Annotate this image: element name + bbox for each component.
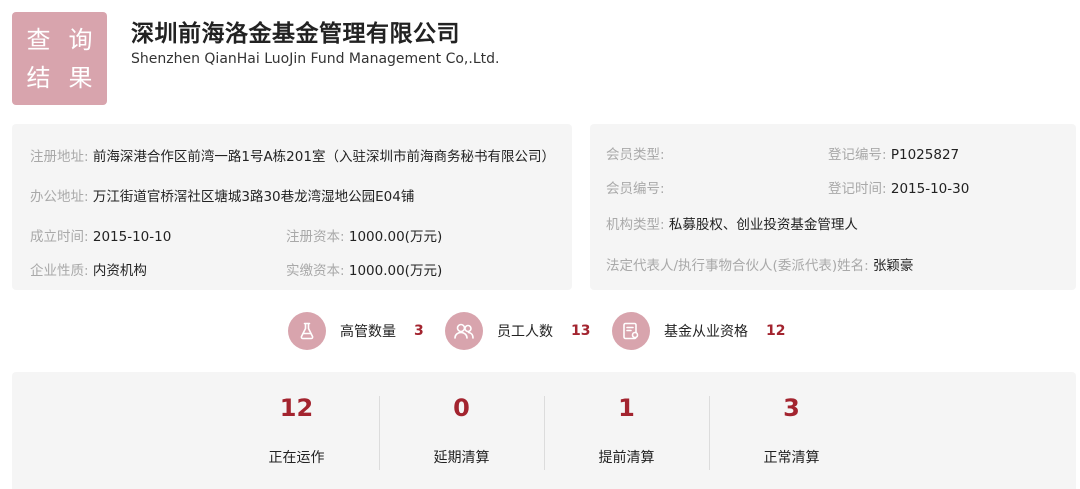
counts-row: 高管数量 3 员工人数 13 基金从业资格 12: [0, 312, 1080, 350]
company-name: 深圳前海洛金基金管理有限公司: [131, 21, 460, 47]
flask-icon: [288, 312, 326, 350]
executives-count[interactable]: 高管数量 3: [288, 312, 424, 350]
nature-value: 内资机构: [92, 263, 147, 279]
stat-operating-label: 正在运作: [268, 450, 325, 466]
org-type-value: 私募股权、创业投资基金管理人: [668, 217, 858, 233]
employees-count-label: 员工人数: [497, 324, 553, 340]
executives-count-value: 3: [414, 323, 424, 339]
employees-count[interactable]: 员工人数 13: [445, 312, 590, 350]
stat-early-label: 提前清算: [598, 450, 655, 466]
office-address-value: 万江街道官桥滘社区塘城3路30巷龙湾湿地公园E04铺: [92, 189, 415, 205]
legal-rep-value: 张颖豪: [872, 258, 914, 274]
org-type-field: 机构类型: 私募股权、创业投资基金管理人: [606, 216, 858, 235]
employees-count-value: 13: [571, 323, 591, 339]
executives-count-label: 高管数量: [340, 324, 396, 340]
reg-address-label: 注册地址:: [30, 149, 89, 165]
stat-early[interactable]: 1 提前清算: [544, 372, 709, 489]
basic-info-panel: 注册地址: 前海深港合作区前湾一路1号A栋201室（入驻深圳市前海商务秘书有限公…: [12, 124, 572, 290]
reg-address-field: 注册地址: 前海深港合作区前湾一路1号A栋201室（入驻深圳市前海商务秘书有限公…: [30, 148, 560, 167]
badge-char: 查: [26, 25, 60, 54]
qualified-count[interactable]: 基金从业资格 12: [612, 312, 785, 350]
company-name-en: Shenzhen QianHai LuoJin Fund Management …: [131, 51, 500, 67]
reg-time-field: 登记时间: 2015-10-30: [828, 180, 969, 199]
fund-stats-panel: 12 正在运作 0 延期清算 1 提前清算 3 正常清算: [12, 372, 1076, 489]
badge-row-2: 结果: [18, 59, 102, 97]
nature-label: 企业性质:: [30, 263, 89, 279]
reg-capital-label: 注册资本:: [286, 229, 345, 245]
qualified-count-value: 12: [766, 323, 786, 339]
stat-normal-label: 正常清算: [763, 450, 820, 466]
query-result-badge: 查询 结果: [12, 12, 107, 105]
stat-early-value: 1: [618, 394, 635, 422]
reg-capital-field: 注册资本: 1000.00(万元): [286, 228, 442, 247]
stat-operating-value: 12: [279, 394, 314, 422]
reg-time-label: 登记时间:: [828, 181, 887, 197]
stat-delayed-value: 0: [453, 394, 470, 422]
badge-char: 结: [26, 63, 60, 92]
reg-no-value: P1025827: [890, 147, 960, 163]
badge-char: 询: [68, 25, 102, 54]
badge-row-1: 查询: [18, 21, 102, 59]
office-address-label: 办公地址:: [30, 189, 89, 205]
certificate-icon: [612, 312, 650, 350]
stat-delayed[interactable]: 0 延期清算: [379, 372, 544, 489]
paid-capital-value: 1000.00(万元): [348, 263, 443, 279]
reg-no-field: 登记编号: P1025827: [828, 146, 959, 165]
legal-rep-label: 法定代表人/执行事物合伙人(委派代表)姓名:: [606, 258, 869, 274]
stat-normal-value: 3: [783, 394, 800, 422]
qualified-count-label: 基金从业资格: [664, 324, 748, 340]
founded-label: 成立时间:: [30, 229, 89, 245]
founded-value: 2015-10-10: [92, 229, 172, 245]
reg-time-value: 2015-10-30: [890, 181, 970, 197]
member-info-panel: 会员类型: 登记编号: P1025827 会员编号: 登记时间: 2015-10…: [590, 124, 1076, 290]
paid-capital-field: 实缴资本: 1000.00(万元): [286, 262, 442, 281]
office-address-field: 办公地址: 万江街道官桥滘社区塘城3路30巷龙湾湿地公园E04铺: [30, 188, 414, 207]
stat-delayed-label: 延期清算: [433, 450, 490, 466]
people-icon: [445, 312, 483, 350]
paid-capital-label: 实缴资本:: [286, 263, 345, 279]
stat-operating[interactable]: 12 正在运作: [214, 372, 379, 489]
badge-char: 果: [68, 63, 102, 92]
nature-field: 企业性质: 内资机构: [30, 262, 147, 281]
member-no-field: 会员编号:: [606, 180, 665, 199]
reg-address-value: 前海深港合作区前湾一路1号A栋201室（入驻深圳市前海商务秘书有限公司）: [92, 149, 555, 165]
stat-normal[interactable]: 3 正常清算: [709, 372, 874, 489]
member-type-field: 会员类型:: [606, 146, 665, 165]
org-type-label: 机构类型:: [606, 217, 665, 233]
founded-field: 成立时间: 2015-10-10: [30, 228, 171, 247]
member-no-label: 会员编号:: [606, 181, 665, 197]
member-type-label: 会员类型:: [606, 147, 665, 163]
legal-rep-field: 法定代表人/执行事物合伙人(委派代表)姓名: 张颖豪: [606, 257, 913, 276]
reg-no-label: 登记编号:: [828, 147, 887, 163]
reg-capital-value: 1000.00(万元): [348, 229, 443, 245]
